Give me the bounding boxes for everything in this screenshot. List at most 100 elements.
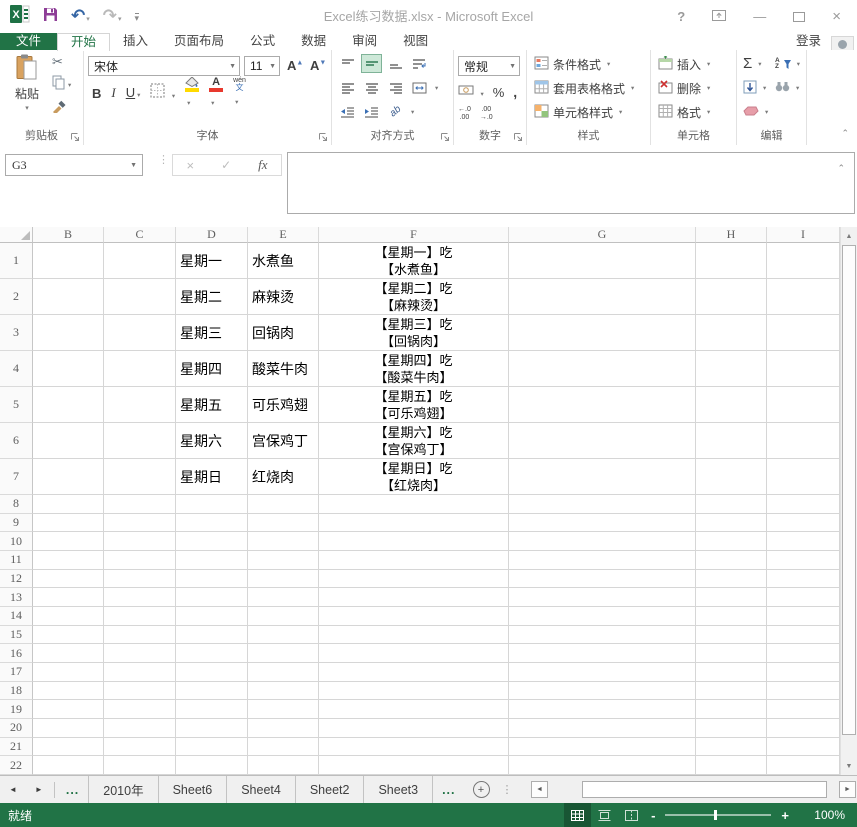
row-header-10[interactable]: 10: [0, 532, 33, 551]
find-select-button[interactable]: ▾: [775, 78, 799, 98]
cell-G6[interactable]: [509, 423, 696, 459]
row-header-11[interactable]: 11: [0, 550, 33, 570]
underline-button[interactable]: U ▾: [126, 84, 141, 102]
cell-B9[interactable]: [33, 513, 104, 533]
cell-F17[interactable]: [319, 662, 509, 682]
cell-F12[interactable]: [319, 569, 509, 589]
cell-G2[interactable]: [509, 279, 696, 315]
delete-cells-button[interactable]: 删除 ▾: [658, 78, 710, 98]
cell-G3[interactable]: [509, 315, 696, 351]
cell-E12[interactable]: [248, 569, 319, 589]
row-header-3[interactable]: 3: [0, 315, 33, 351]
cell-E9[interactable]: [248, 513, 319, 533]
normal-view-button[interactable]: [564, 803, 592, 827]
cell-G12[interactable]: [509, 569, 696, 589]
wrap-text-button[interactable]: [409, 54, 430, 73]
cell-F7[interactable]: 【星期日】吃 【红烧肉】: [319, 459, 509, 495]
row-header-19[interactable]: 19: [0, 700, 33, 719]
collapse-formula-bar-button[interactable]: ⌃: [837, 163, 845, 174]
cell-G5[interactable]: [509, 387, 696, 423]
cell-B14[interactable]: [33, 606, 104, 626]
increase-indent-button[interactable]: [361, 102, 382, 121]
cell-B3[interactable]: [33, 315, 104, 351]
cell-C5[interactable]: [104, 387, 176, 423]
align-center-button[interactable]: [361, 78, 382, 97]
insert-cells-button[interactable]: 插入 ▾: [658, 54, 710, 74]
cell-D11[interactable]: [176, 550, 248, 570]
cell-C4[interactable]: [104, 351, 176, 387]
orientation-button[interactable]: ab: [385, 102, 406, 121]
cell-B16[interactable]: [33, 644, 104, 663]
cell-H20[interactable]: [696, 718, 767, 738]
zoom-in-button[interactable]: +: [775, 808, 795, 823]
cell-F9[interactable]: [319, 513, 509, 533]
cell-B4[interactable]: [33, 351, 104, 387]
zoom-slider[interactable]: [665, 810, 772, 820]
cell-E1[interactable]: 水煮鱼: [248, 243, 319, 279]
copy-button[interactable]: ▾: [52, 75, 71, 93]
cell-G21[interactable]: [509, 737, 696, 757]
name-box[interactable]: G3 ▼: [5, 154, 143, 176]
row-header-18[interactable]: 18: [0, 681, 33, 701]
cell-D7[interactable]: 星期日: [176, 459, 248, 495]
column-header-G[interactable]: G: [509, 227, 696, 243]
percent-style-button[interactable]: %: [493, 85, 505, 100]
cell-B13[interactable]: [33, 588, 104, 607]
cell-F11[interactable]: [319, 550, 509, 570]
sheet-tab-2010年[interactable]: 2010年: [89, 776, 159, 803]
cell-D13[interactable]: [176, 588, 248, 607]
cell-B15[interactable]: [33, 625, 104, 645]
cell-F10[interactable]: [319, 532, 509, 551]
row-header-1[interactable]: 1: [0, 243, 33, 279]
number-format-select[interactable]: 常规 ▼: [458, 56, 520, 76]
cell-G9[interactable]: [509, 513, 696, 533]
undo-button[interactable]: ↶▾: [71, 7, 90, 26]
cell-styles-button[interactable]: 单元格样式 ▾: [534, 102, 622, 122]
row-header-8[interactable]: 8: [0, 495, 33, 514]
vertical-scrollbar[interactable]: ▲ ▼: [840, 227, 857, 775]
cell-I4[interactable]: [767, 351, 840, 387]
scroll-left-button[interactable]: ◄: [531, 781, 548, 798]
cell-B11[interactable]: [33, 550, 104, 570]
cell-D19[interactable]: [176, 700, 248, 719]
cell-F21[interactable]: [319, 737, 509, 757]
row-header-9[interactable]: 9: [0, 513, 33, 533]
ribbon-display-options-button[interactable]: [712, 8, 727, 26]
next-sheet-button[interactable]: ►: [26, 785, 52, 794]
cell-F14[interactable]: [319, 606, 509, 626]
cell-C6[interactable]: [104, 423, 176, 459]
cell-B8[interactable]: [33, 495, 104, 514]
cell-E11[interactable]: [248, 550, 319, 570]
save-button[interactable]: [43, 7, 58, 27]
cell-D4[interactable]: 星期四: [176, 351, 248, 387]
cell-B20[interactable]: [33, 718, 104, 738]
cell-H12[interactable]: [696, 569, 767, 589]
cell-E18[interactable]: [248, 681, 319, 701]
cell-G17[interactable]: [509, 662, 696, 682]
cancel-entry-button[interactable]: ×: [186, 158, 194, 173]
cell-C19[interactable]: [104, 700, 176, 719]
row-header-22[interactable]: 22: [0, 756, 33, 775]
scroll-down-button[interactable]: ▼: [841, 758, 857, 774]
cell-F19[interactable]: [319, 700, 509, 719]
tab-data[interactable]: 数据: [288, 33, 339, 50]
redo-button[interactable]: ↷▾: [103, 7, 122, 26]
alignment-dialog-launcher[interactable]: [440, 132, 450, 142]
row-header-16[interactable]: 16: [0, 644, 33, 663]
cell-B5[interactable]: [33, 387, 104, 423]
horizontal-scrollbar-thumb[interactable]: [582, 781, 827, 798]
cell-I12[interactable]: [767, 569, 840, 589]
cell-H6[interactable]: [696, 423, 767, 459]
cell-H17[interactable]: [696, 662, 767, 682]
font-color-button[interactable]: A ▾: [209, 76, 224, 110]
cell-C13[interactable]: [104, 588, 176, 607]
align-bottom-button[interactable]: [385, 54, 406, 73]
cell-B21[interactable]: [33, 737, 104, 757]
cell-E22[interactable]: [248, 756, 319, 775]
tab-view[interactable]: 视图: [390, 33, 441, 50]
cell-G18[interactable]: [509, 681, 696, 701]
cell-C20[interactable]: [104, 718, 176, 738]
cell-G8[interactable]: [509, 495, 696, 514]
cell-D16[interactable]: [176, 644, 248, 663]
cell-I1[interactable]: [767, 243, 840, 279]
